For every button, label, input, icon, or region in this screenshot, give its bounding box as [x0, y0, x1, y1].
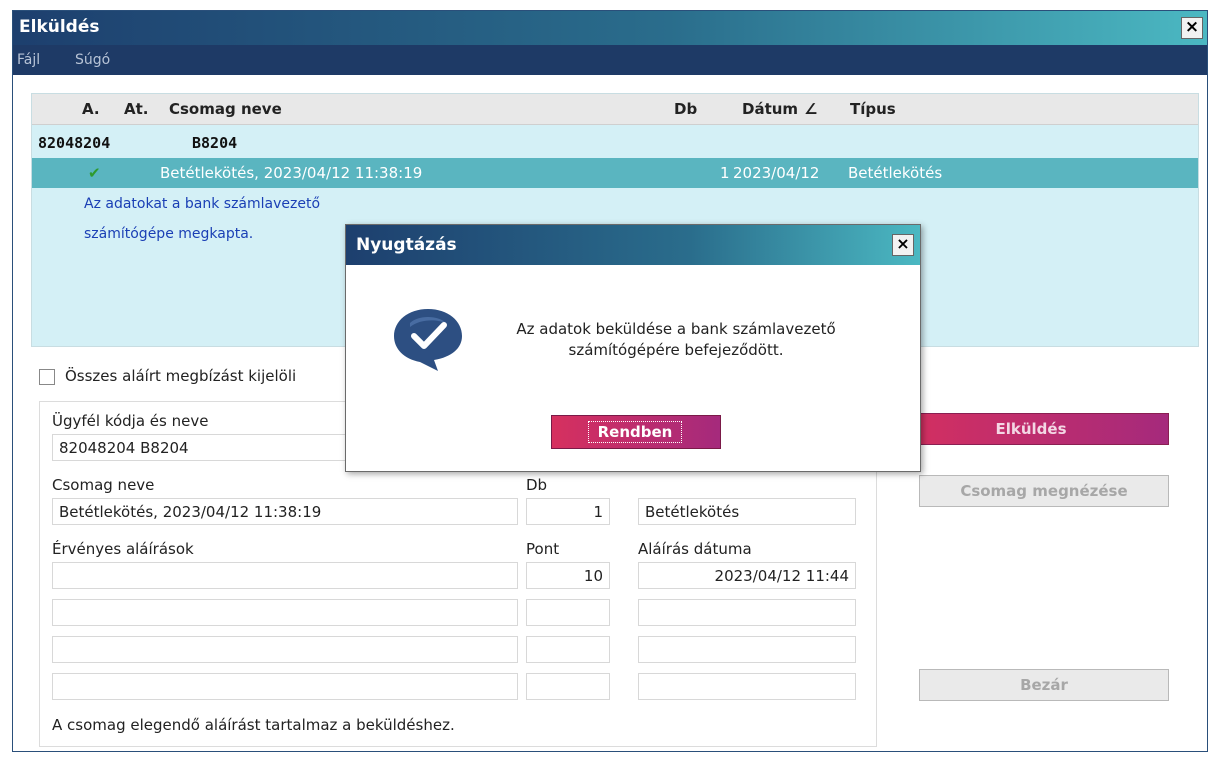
type-field: Betétlekötés [638, 498, 856, 525]
package-name-field: Betétlekötés, 2023/04/12 11:38:19 [52, 498, 518, 525]
dialog-close-button[interactable]: × [892, 234, 914, 256]
select-all-checkbox[interactable] [39, 369, 55, 385]
signature-date-field [638, 599, 856, 626]
selected-package-row[interactable]: ✔ Betétlekötés, 2023/04/12 11:38:19 1 20… [32, 158, 1198, 188]
status-text: A csomag elegendő aláírást tartalmaz a b… [52, 716, 455, 734]
signatures-label: Érvényes aláírások [52, 540, 194, 558]
view-package-button[interactable]: Csomag megnézése [919, 475, 1169, 507]
signature-name-field [52, 562, 518, 589]
package-name-label: Csomag neve [52, 476, 155, 494]
title-bar: Elküldés × [13, 11, 1207, 45]
signature-name-field [52, 599, 518, 626]
row-package-name: Betétlekötés, 2023/04/12 11:38:19 [160, 164, 423, 182]
signature-date-field [638, 636, 856, 663]
column-header-date-label: Dátum [742, 100, 799, 118]
menu-item-file[interactable]: Fájl [17, 52, 40, 68]
ok-button-label: Rendben [588, 421, 682, 443]
window-title: Elküldés [19, 17, 100, 37]
dialog-message-line1: Az adatok beküldése a bank számlavezető [516, 320, 836, 338]
menu-item-help[interactable]: Súgó [75, 52, 110, 68]
signature-name-field [52, 636, 518, 663]
count-label: Db [526, 476, 548, 494]
close-button[interactable]: Bezár [919, 669, 1169, 701]
signature-points-field [526, 636, 610, 663]
signature-date-field: 2023/04/12 11:44 [638, 562, 856, 589]
grid-header: A. At. Csomag neve Db Dátum ∠ Típus [32, 94, 1198, 125]
dialog-message-line2: számítógépére befejeződött. [568, 341, 784, 359]
sign-date-label: Aláírás dátuma [638, 540, 752, 558]
signature-date-field [638, 673, 856, 700]
column-header-count[interactable]: Db [674, 100, 697, 118]
select-all-label[interactable]: Összes aláírt megbízást kijelöli [65, 367, 296, 385]
ok-button[interactable]: Rendben [551, 415, 721, 449]
column-header-a[interactable]: A. [82, 100, 100, 118]
dialog-message: Az adatok beküldése a bank számlavezető … [476, 319, 876, 361]
points-label: Pont [526, 540, 560, 558]
client-label: Ügyfél kódja és neve [52, 412, 209, 430]
column-header-package-name[interactable]: Csomag neve [169, 100, 282, 118]
group-name: B8204 [192, 134, 238, 152]
column-header-at[interactable]: At. [124, 100, 148, 118]
info-line-1: Az adatokat a bank számlavezető [84, 196, 321, 212]
signature-points-field: 10 [526, 562, 610, 589]
column-header-date[interactable]: Dátum ∠ [742, 100, 818, 118]
signature-points-field [526, 673, 610, 700]
group-code: 82048204 [38, 134, 111, 152]
check-icon: ✔ [88, 164, 101, 182]
dialog-title-bar: Nyugtázás × [346, 225, 920, 265]
column-header-type[interactable]: Típus [850, 100, 896, 118]
row-type: Betétlekötés [848, 164, 943, 182]
sort-indicator-icon: ∠ [804, 100, 818, 118]
window-close-button[interactable]: × [1181, 17, 1203, 39]
dialog-title: Nyugtázás [356, 235, 457, 255]
row-count: 1 [720, 164, 730, 182]
chat-check-icon [394, 309, 462, 371]
confirmation-dialog: Nyugtázás × Az adatok beküldése a bank s… [345, 224, 921, 472]
info-line-2: számítógépe megkapta. [84, 226, 254, 242]
send-button[interactable]: Elküldés [893, 413, 1169, 445]
signature-name-field [52, 673, 518, 700]
count-field: 1 [526, 498, 610, 525]
client-field: 82048204 B8204 [52, 434, 352, 461]
signature-points-field [526, 599, 610, 626]
menu-bar: Fájl Súgó [13, 45, 1207, 75]
row-date: 2023/04/12 [733, 164, 820, 182]
